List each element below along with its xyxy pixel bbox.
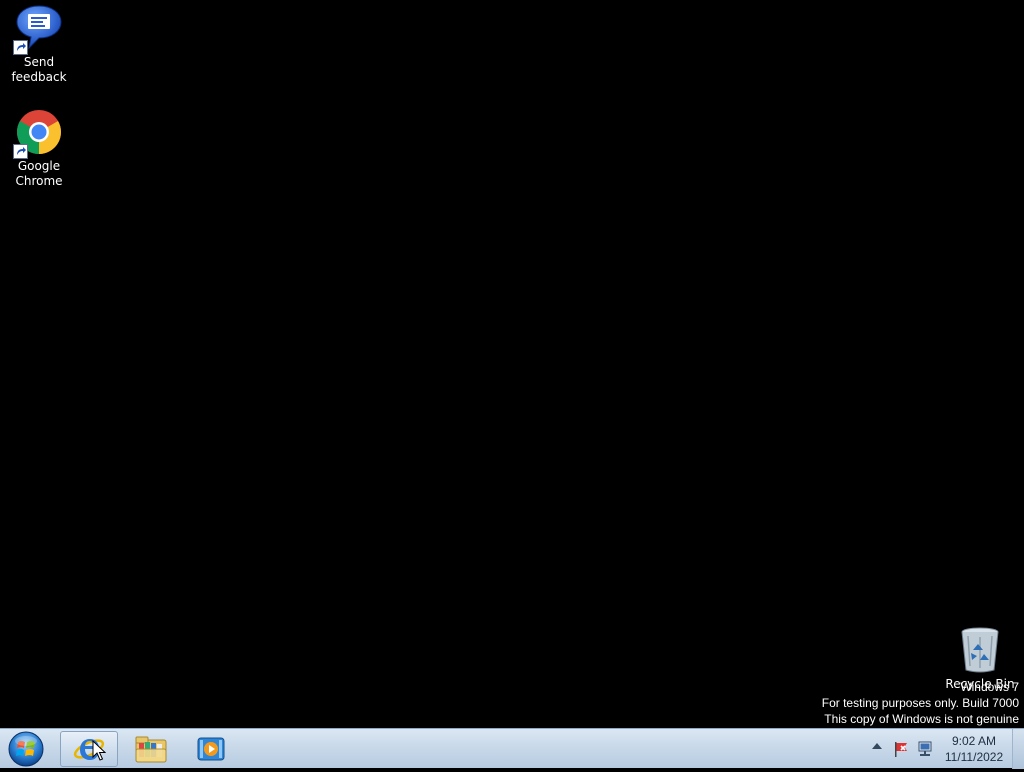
show-hidden-icons-arrow-icon[interactable] [872, 743, 882, 749]
send-feedback-icon [13, 4, 63, 55]
network-icon[interactable] [916, 740, 934, 758]
clock-date: 11/11/2022 [944, 750, 1004, 764]
show-desktop-button[interactable] [1012, 729, 1024, 769]
taskbar-clock[interactable]: 9:02 AM 11/11/2022 [938, 733, 1010, 765]
shortcut-arrow-icon [13, 144, 28, 159]
mouse-pointer-icon [92, 740, 106, 761]
folder-library-icon [135, 736, 167, 763]
taskbar-windows-media-player[interactable] [182, 731, 240, 767]
desktop-icon-send-feedback[interactable]: Send feedback [1, 4, 77, 85]
desktop-icon-google-chrome[interactable]: Google Chrome [1, 108, 77, 189]
taskbar: 9:02 AM 11/11/2022 [0, 728, 1024, 769]
desktop-icon-label: Send feedback [11, 55, 67, 84]
media-player-icon [197, 737, 225, 761]
desktop[interactable]: Send feedback Google Chrome Recycle Bin … [0, 0, 1024, 728]
google-chrome-icon [13, 108, 63, 159]
watermark-os-label: Windows 7 [960, 680, 1019, 694]
desktop-icon-label: Google Chrome [15, 159, 63, 188]
watermark-line-1: For testing purposes only. Build 7000 [821, 696, 1019, 710]
windows-start-orb-icon [8, 731, 44, 767]
windows-watermark: Windows 7 For testing purposes only. Bui… [821, 680, 1019, 727]
taskbar-windows-explorer[interactable] [122, 731, 180, 767]
watermark-line-2: This copy of Windows is not genuine [824, 712, 1019, 726]
start-button[interactable] [6, 730, 46, 768]
clock-time: 9:02 AM [951, 734, 997, 748]
system-tray: 9:02 AM 11/11/2022 [864, 729, 1024, 769]
action-center-flag-icon[interactable] [892, 740, 910, 758]
taskbar-internet-explorer[interactable] [60, 731, 118, 767]
shortcut-arrow-icon [13, 40, 28, 55]
recycle-bin-icon [956, 626, 1004, 674]
